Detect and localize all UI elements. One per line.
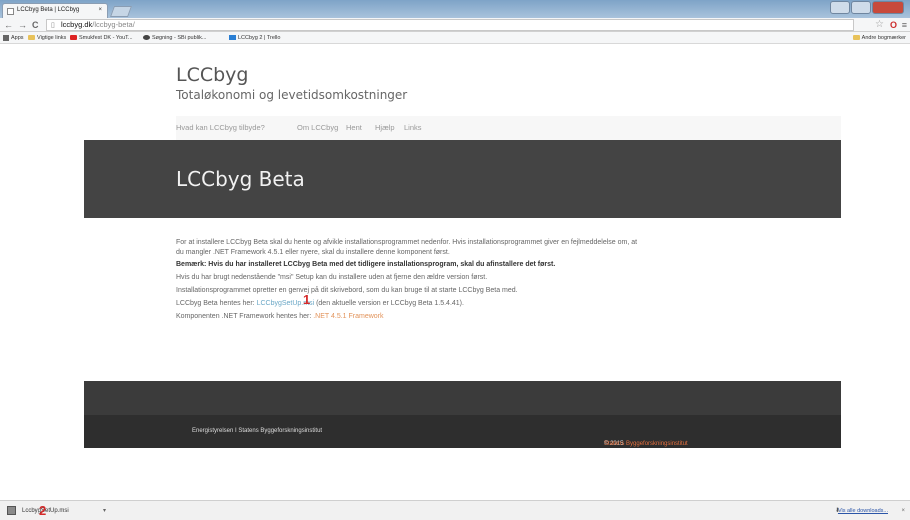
- browser-toolbar: ← → C ▯ lccbyg.dk/lccbyg-beta/ ☆ O ≡: [0, 18, 910, 32]
- bookmark-trello[interactable]: LCCbyg 2 | Trello: [229, 32, 280, 44]
- paragraph-shortcut: Installationsprogrammet opretter en genv…: [176, 287, 518, 294]
- bookmark-apps[interactable]: Apps: [3, 32, 24, 44]
- page-title: LCCbyg Beta: [176, 167, 305, 191]
- url-path: /lccbyg-beta/: [92, 20, 135, 29]
- browser-titlebar: LCCbyg Beta | LCCbyg ×: [0, 0, 910, 18]
- paragraph-download: LCCbyg Beta hentes her: LCCbygSetUp.msi …: [176, 300, 464, 307]
- installer-file-icon: [7, 506, 16, 515]
- address-bar[interactable]: ▯ lccbyg.dk/lccbyg-beta/: [46, 19, 854, 31]
- paragraph-warning: Bemærk: Hvis du har installeret LCCbyg B…: [176, 261, 556, 268]
- footer-sbi-link[interactable]: Statens Byggeforskningsinstitut: [604, 441, 688, 447]
- page-icon: ▯: [51, 22, 55, 29]
- download-item[interactable]: LccbygSetUp.msi ▾: [2, 503, 110, 519]
- nav-item-om[interactable]: Om LCCbyg: [297, 123, 338, 132]
- folder-icon: [852, 35, 860, 41]
- bookmark-smukfest[interactable]: Smukfest DK - YouT...: [70, 32, 133, 44]
- nk-icon: [143, 35, 150, 41]
- nav-item-hent[interactable]: Hent: [346, 123, 362, 132]
- minimize-button[interactable]: [830, 1, 850, 14]
- paragraph-intro-1: For at installere LCCbyg Beta skal du he…: [176, 239, 638, 246]
- nav-item-links[interactable]: Links: [404, 123, 422, 132]
- bookmark-sbi-search[interactable]: Søgning - SBi publik...: [143, 32, 206, 44]
- annotation-marker-1: 1: [303, 292, 311, 307]
- bookmark-other[interactable]: Andre bogmærker: [852, 32, 906, 44]
- tab-title: LCCbyg Beta | LCCbyg: [17, 7, 80, 13]
- browser-tab[interactable]: LCCbyg Beta | LCCbyg ×: [2, 3, 108, 18]
- site-nav: Hvad kan LCCbyg tilbyde? Om LCCbyg Hent …: [176, 116, 841, 140]
- bookmarks-bar: Apps Vigtige links Smukfest DK - YouT...…: [0, 32, 910, 44]
- show-all-downloads-link[interactable]: Vis alle downloads...: [838, 504, 888, 518]
- new-tab-button[interactable]: [109, 6, 133, 17]
- framework-download-link[interactable]: .NET 4.5.1 Framework: [313, 313, 383, 320]
- hero-banner: LCCbyg Beta: [84, 140, 841, 218]
- close-window-button[interactable]: [872, 1, 904, 14]
- url-host: lccbyg.dk: [61, 20, 93, 29]
- trello-icon: [229, 35, 236, 41]
- footer-credits: Energistyrelsen I Statens Byggeforskning…: [192, 428, 323, 434]
- footer: Energistyrelsen I Statens Byggeforskning…: [84, 415, 841, 448]
- nav-item-hjaelp[interactable]: Hjælp: [375, 123, 395, 132]
- footer-band: [84, 381, 841, 415]
- download-bar: LccbygSetUp.msi ▾ 2 ⬇ Vis alle downloads…: [0, 500, 910, 520]
- site-title[interactable]: LCCbyg: [176, 64, 248, 86]
- opera-icon[interactable]: O: [890, 18, 897, 32]
- tab-close-icon[interactable]: ×: [98, 7, 102, 13]
- folder-icon: [28, 35, 35, 41]
- window-controls: [830, 1, 906, 14]
- nav-item-hvad-kan[interactable]: Hvad kan LCCbyg tilbyde?: [176, 123, 265, 132]
- paragraph-msi: Hvis du har brugt nedenstående "msi" Set…: [176, 274, 488, 281]
- apps-icon: [3, 34, 9, 41]
- bookmark-vigtige-links[interactable]: Vigtige links: [28, 32, 66, 44]
- forward-icon[interactable]: →: [18, 18, 27, 32]
- youtube-icon: [70, 35, 77, 41]
- close-download-bar-icon[interactable]: ×: [901, 504, 905, 518]
- page-favicon-icon: [7, 8, 14, 15]
- menu-icon[interactable]: ≡: [902, 18, 907, 32]
- chevron-down-icon[interactable]: ▾: [103, 503, 106, 519]
- annotation-marker-2: 2: [39, 503, 47, 518]
- reload-icon[interactable]: C: [32, 18, 39, 32]
- maximize-button[interactable]: [851, 1, 871, 14]
- paragraph-intro-2: du mangler .NET Framework 4.5.1 eller ny…: [176, 249, 450, 256]
- back-icon[interactable]: ←: [4, 18, 13, 32]
- bookmark-star-icon[interactable]: ☆: [875, 18, 884, 32]
- site-subtitle: Totaløkonomi og levetidsomkostninger: [176, 88, 408, 102]
- paragraph-framework: Komponenten .NET Framework hentes her: .…: [176, 313, 384, 320]
